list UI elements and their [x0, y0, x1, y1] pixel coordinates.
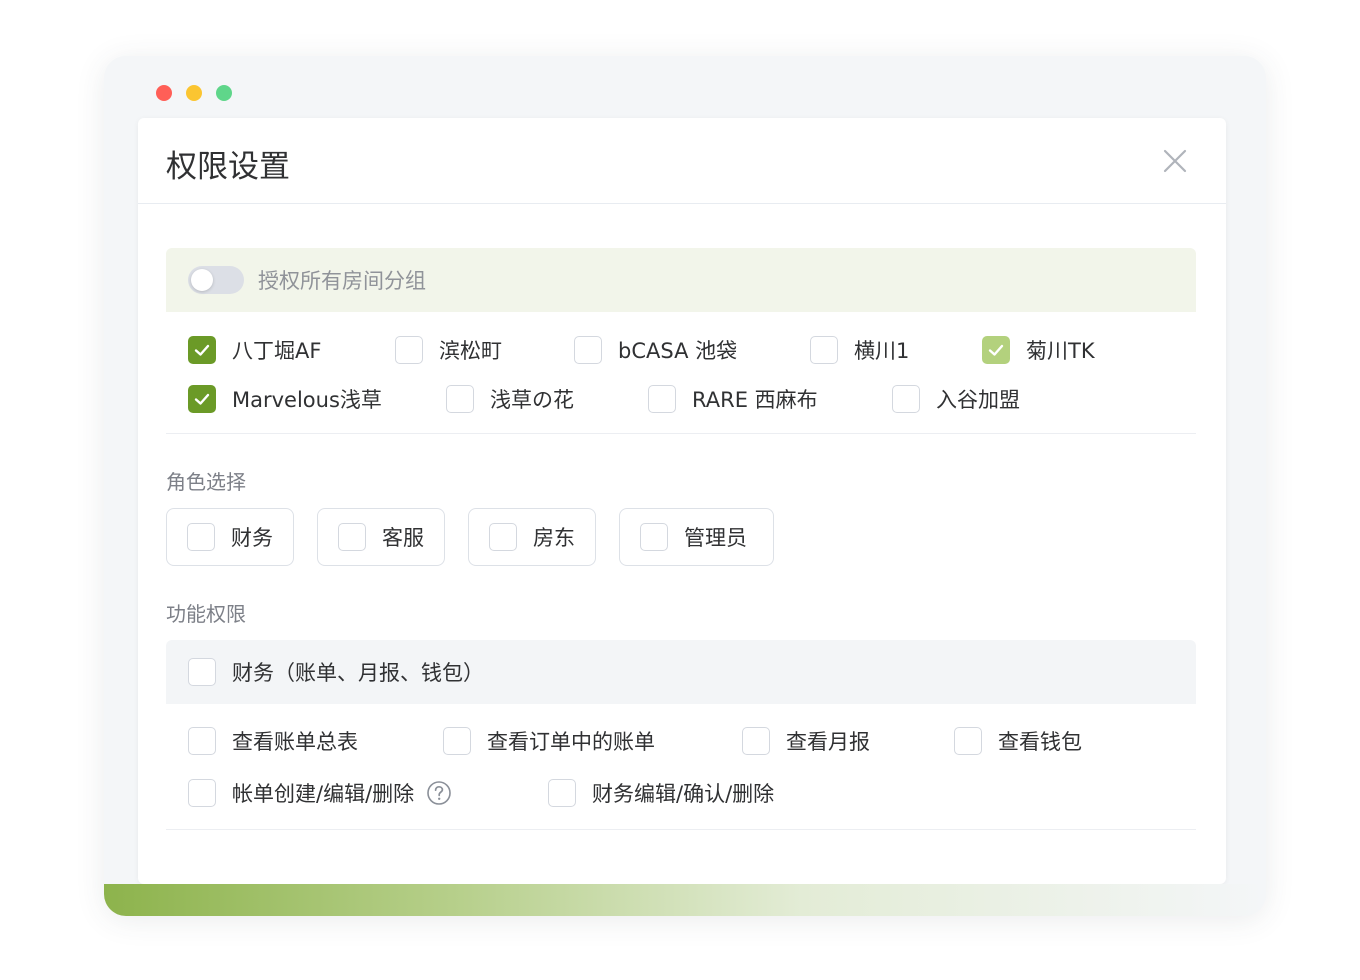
- app-window: 权限设置 授权所有房间分组 八丁堀AF 滨松町 bCASA 池袋 横川1 菊川T…: [104, 56, 1266, 916]
- help-glyph: [427, 781, 451, 805]
- role-section-title: 角色选择: [166, 470, 246, 494]
- permission-section-title: 功能权限: [166, 602, 246, 626]
- role-checkbox[interactable]: [187, 523, 215, 551]
- room-checkbox[interactable]: [574, 336, 602, 364]
- permission-label: 财务编辑/确认/删除: [592, 782, 775, 806]
- room-option[interactable]: 横川1: [810, 335, 909, 365]
- room-label: 浅草の花: [490, 388, 574, 412]
- toggle-knob: [191, 269, 213, 291]
- room-checkbox[interactable]: [188, 385, 216, 413]
- room-checkbox[interactable]: [810, 336, 838, 364]
- minimize-window-dot[interactable]: [186, 85, 202, 101]
- permission-option[interactable]: 查看钱包: [954, 726, 1082, 756]
- permission-section: 财务（账单、月报、钱包） 查看账单总表 查看订单中的账单 查看月报 查看钱包 帐…: [166, 640, 1196, 830]
- window-controls: [156, 85, 232, 101]
- finance-group-checkbox[interactable]: [188, 658, 216, 686]
- dialog-title: 权限设置: [166, 149, 290, 185]
- room-checkbox[interactable]: [395, 336, 423, 364]
- room-option[interactable]: bCASA 池袋: [574, 335, 737, 365]
- room-option[interactable]: 菊川TK: [982, 335, 1095, 365]
- permission-option[interactable]: 帐单创建/编辑/删除: [188, 778, 452, 808]
- decorative-gradient-bar: [104, 884, 1266, 916]
- finance-group-label: 财务（账单、月报、钱包）: [232, 661, 484, 685]
- role-checkbox[interactable]: [338, 523, 366, 551]
- permission-checkbox[interactable]: [954, 727, 982, 755]
- role-label: 管理员: [684, 526, 747, 550]
- role-checkbox[interactable]: [640, 523, 668, 551]
- permission-label: 查看订单中的账单: [487, 730, 655, 754]
- permission-checkbox[interactable]: [188, 779, 216, 807]
- permission-option[interactable]: 财务编辑/确认/删除: [548, 778, 774, 808]
- room-checkbox[interactable]: [648, 385, 676, 413]
- close-window-dot[interactable]: [156, 85, 172, 101]
- authorize-all-label: 授权所有房间分组: [258, 269, 426, 293]
- permission-label: 查看账单总表: [232, 730, 358, 754]
- room-group-section: 授权所有房间分组 八丁堀AF 滨松町 bCASA 池袋 横川1 菊川TK Mar…: [166, 248, 1196, 434]
- room-checkbox[interactable]: [188, 336, 216, 364]
- question-circle-icon[interactable]: [426, 780, 452, 806]
- role-option-finance[interactable]: 财务: [166, 508, 294, 566]
- finance-group-row: 财务（账单、月报、钱包）: [166, 640, 1196, 704]
- role-label: 财务: [231, 526, 273, 550]
- permission-dialog: 权限设置 授权所有房间分组 八丁堀AF 滨松町 bCASA 池袋 横川1 菊川T…: [138, 118, 1226, 884]
- authorize-all-toggle[interactable]: [188, 266, 244, 294]
- permission-checkbox[interactable]: [548, 779, 576, 807]
- room-option[interactable]: 八丁堀AF: [188, 335, 321, 365]
- role-option-admin[interactable]: 管理员: [619, 508, 774, 566]
- permission-label: 查看钱包: [998, 730, 1082, 754]
- permission-label: 帐单创建/编辑/删除: [232, 782, 415, 806]
- role-checkbox[interactable]: [489, 523, 517, 551]
- room-label: Marvelous浅草: [232, 388, 382, 412]
- room-label: 八丁堀AF: [232, 339, 322, 363]
- check-icon: [194, 393, 210, 405]
- room-option[interactable]: RARE 西麻布: [648, 384, 818, 414]
- permission-option[interactable]: 查看账单总表: [188, 726, 358, 756]
- room-label: 菊川TK: [1026, 339, 1095, 363]
- authorize-all-rooms-row: 授权所有房间分组: [166, 248, 1196, 312]
- room-checkbox[interactable]: [982, 336, 1010, 364]
- role-label: 客服: [382, 526, 424, 550]
- permission-checkbox[interactable]: [188, 727, 216, 755]
- room-option[interactable]: Marvelous浅草: [188, 384, 382, 414]
- room-label: 横川1: [854, 339, 910, 363]
- room-label: bCASA 池袋: [618, 339, 738, 363]
- close-icon: [1163, 149, 1187, 173]
- maximize-window-dot[interactable]: [216, 85, 232, 101]
- room-label: RARE 西麻布: [692, 388, 818, 412]
- permission-label: 查看月报: [786, 730, 870, 754]
- room-label: 入谷加盟: [936, 388, 1020, 412]
- dialog-header: 权限设置: [138, 118, 1226, 204]
- role-label: 房东: [533, 526, 575, 550]
- check-icon: [988, 344, 1004, 356]
- room-checkbox[interactable]: [446, 385, 474, 413]
- permission-checkbox[interactable]: [742, 727, 770, 755]
- role-option-landlord[interactable]: 房东: [468, 508, 596, 566]
- room-label: 滨松町: [439, 339, 502, 363]
- room-checkbox[interactable]: [892, 385, 920, 413]
- close-button[interactable]: [1162, 148, 1188, 174]
- room-option[interactable]: 入谷加盟: [892, 384, 1020, 414]
- room-option[interactable]: 滨松町: [395, 335, 502, 365]
- check-icon: [194, 344, 210, 356]
- room-option[interactable]: 浅草の花: [446, 384, 574, 414]
- permission-option[interactable]: 查看订单中的账单: [443, 726, 655, 756]
- permission-checkbox[interactable]: [443, 727, 471, 755]
- permission-option[interactable]: 查看月报: [742, 726, 870, 756]
- role-option-support[interactable]: 客服: [317, 508, 445, 566]
